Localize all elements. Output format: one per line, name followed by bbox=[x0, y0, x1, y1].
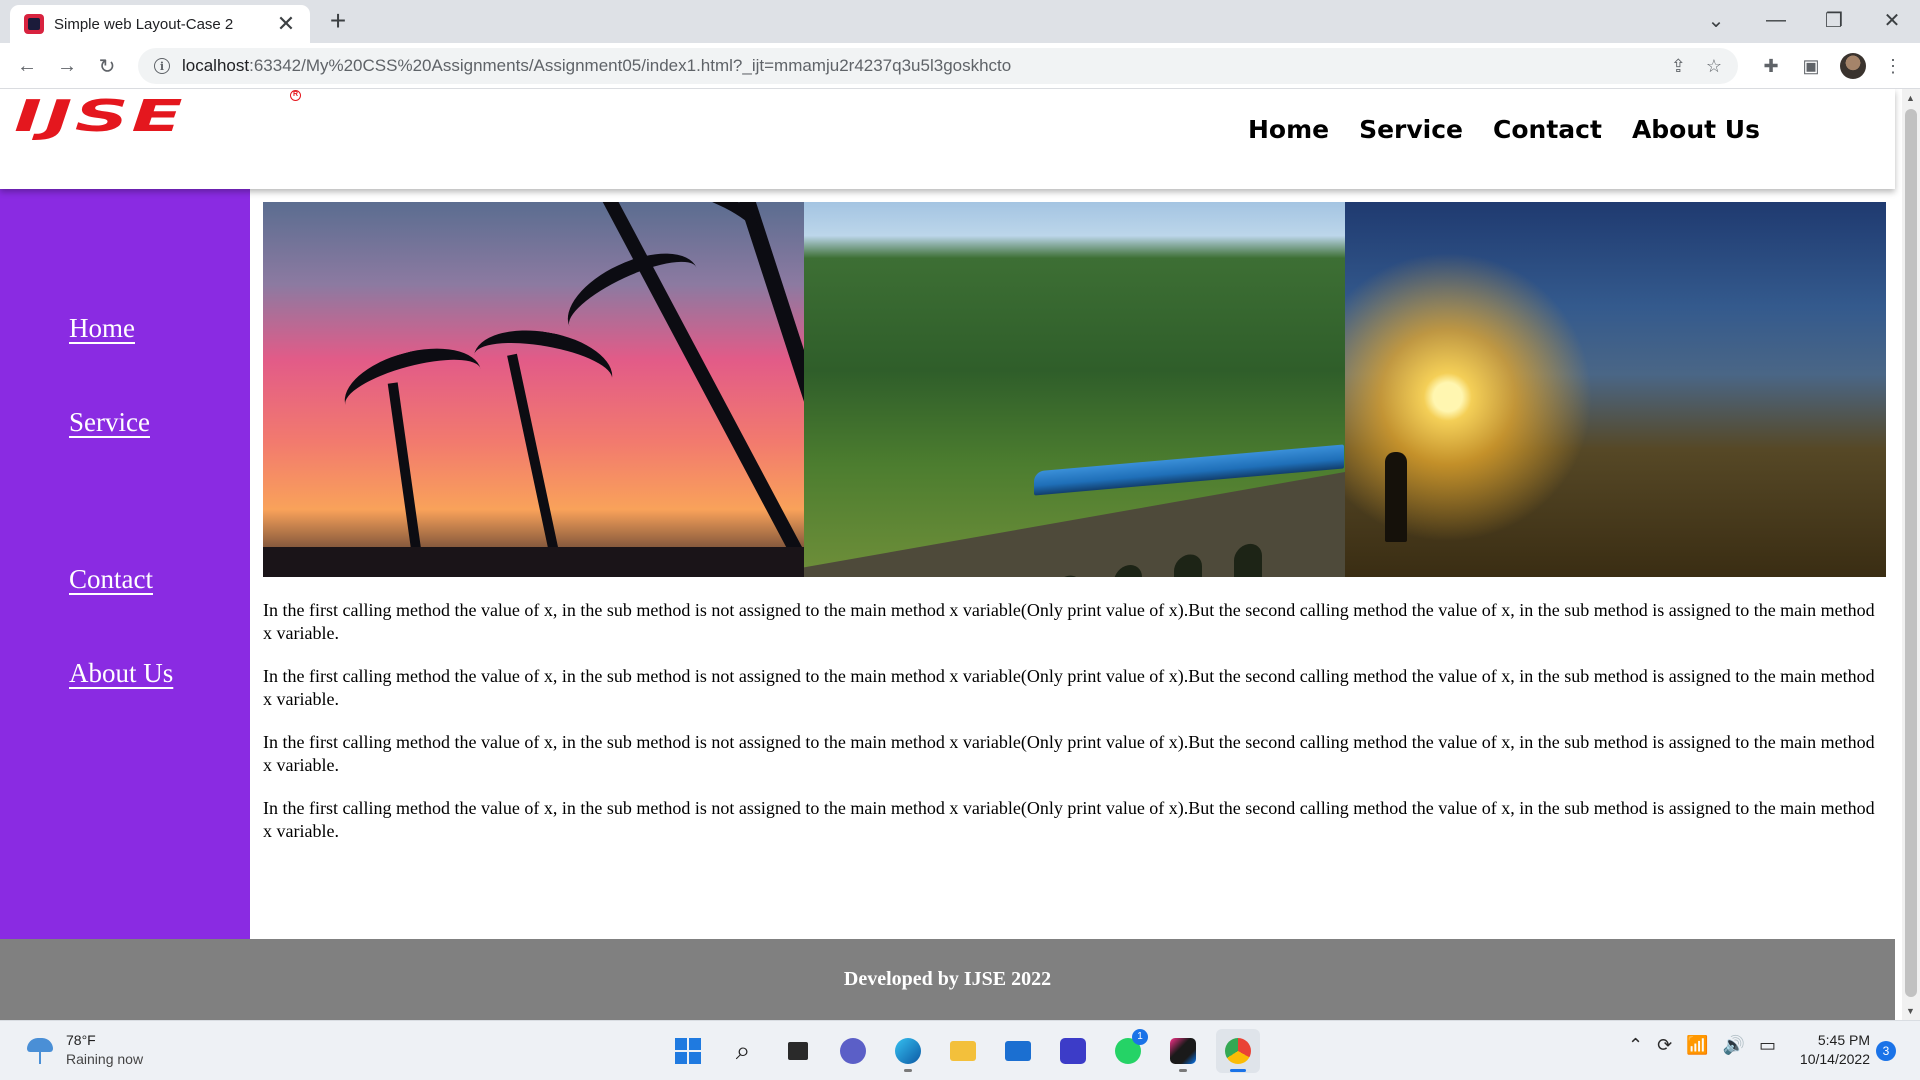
extensions-icon[interactable]: ✚ bbox=[1758, 53, 1784, 79]
browser-tab-strip: Simple web Layout-Case 2 ✕ + ⌄ — ❐ ✕ bbox=[0, 0, 1920, 43]
scroll-thumb[interactable] bbox=[1905, 109, 1917, 997]
chrome-icon[interactable] bbox=[1216, 1029, 1260, 1073]
sidebar-link-about-us[interactable]: About Us bbox=[69, 658, 173, 689]
volume-icon[interactable]: 🔊 bbox=[1723, 1035, 1745, 1056]
menu-icon[interactable]: ⋮ bbox=[1880, 53, 1906, 79]
sidebar: Home Service Contact About Us bbox=[0, 189, 250, 939]
page-viewport: IJSE R Home Service Contact About Us Hom… bbox=[0, 89, 1902, 1020]
scroll-up-arrow-icon[interactable]: ▲ bbox=[1906, 93, 1915, 103]
main-content: In the first calling method the value of… bbox=[263, 202, 1887, 843]
notification-badge[interactable]: 3 bbox=[1876, 1041, 1896, 1061]
side-panel-icon[interactable]: ▣ bbox=[1798, 53, 1824, 79]
sidebar-link-contact[interactable]: Contact bbox=[69, 564, 153, 595]
whatsapp-icon[interactable]: 1 bbox=[1106, 1029, 1150, 1073]
back-arrow-icon[interactable]: ← bbox=[12, 51, 42, 81]
intellij-favicon-icon bbox=[24, 14, 44, 34]
start-button[interactable] bbox=[666, 1029, 710, 1073]
browser-tab[interactable]: Simple web Layout-Case 2 ✕ bbox=[10, 5, 310, 43]
sidebar-link-service[interactable]: Service bbox=[69, 407, 150, 438]
top-nav-home[interactable]: Home bbox=[1248, 115, 1329, 144]
mail-icon[interactable] bbox=[996, 1029, 1040, 1073]
meet-icon[interactable] bbox=[831, 1029, 875, 1073]
wifi-icon[interactable]: 📶 bbox=[1686, 1035, 1708, 1056]
task-view-icon[interactable] bbox=[776, 1029, 820, 1073]
url-host: localhost bbox=[182, 56, 250, 75]
battery-icon[interactable]: ▭ bbox=[1759, 1035, 1776, 1056]
paragraph: In the first calling method the value of… bbox=[263, 600, 1875, 643]
star-icon[interactable]: ☆ bbox=[1706, 56, 1722, 77]
system-tray: ⌃ ⟳ 📶 🔊 ▭ bbox=[1628, 1035, 1776, 1056]
clock-time: 5:45 PM bbox=[1817, 1032, 1870, 1048]
registered-mark: R bbox=[290, 90, 301, 101]
paragraph: In the first calling method the value of… bbox=[263, 666, 1875, 709]
sunset-hills-image bbox=[1345, 202, 1886, 577]
site-header: IJSE R Home Service Contact About Us bbox=[0, 89, 1895, 189]
clock-date: 10/14/2022 bbox=[1799, 1051, 1870, 1067]
weather-widget[interactable]: 78°F Raining now bbox=[24, 1031, 143, 1069]
reload-icon[interactable]: ↻ bbox=[92, 51, 122, 81]
address-bar[interactable]: i localhost :63342/My%20CSS%20Assignment… bbox=[138, 48, 1738, 84]
page-scrollbar[interactable]: ▲ ▼ bbox=[1902, 89, 1920, 1020]
top-nav-about-us[interactable]: About Us bbox=[1632, 115, 1760, 144]
footer-text: Developed by IJSE 2022 bbox=[843, 968, 1052, 990]
paragraph: In the first calling method the value of… bbox=[263, 798, 1875, 841]
top-nav-service[interactable]: Service bbox=[1359, 115, 1463, 144]
train-on-bridge-image bbox=[804, 202, 1345, 577]
taskbar-apps: ⌕ 1 bbox=[666, 1029, 1260, 1073]
url-path: :63342/My%20CSS%20Assignments/Assignment… bbox=[249, 56, 1012, 75]
rain-umbrella-icon bbox=[24, 1034, 56, 1066]
intellij-icon[interactable] bbox=[1161, 1029, 1205, 1073]
chevron-up-icon[interactable]: ⌃ bbox=[1628, 1035, 1643, 1056]
search-icon[interactable]: ⌕ bbox=[721, 1029, 765, 1073]
tab-title: Simple web Layout-Case 2 bbox=[54, 15, 234, 33]
whatsapp-badge: 1 bbox=[1132, 1029, 1148, 1045]
palm-trees-sunset-image bbox=[263, 202, 804, 577]
top-nav: Home Service Contact About Us bbox=[1248, 115, 1760, 144]
sync-icon[interactable]: ⟳ bbox=[1657, 1035, 1672, 1056]
image-banner bbox=[263, 202, 1887, 577]
edge-icon[interactable] bbox=[886, 1029, 930, 1073]
chevron-down-icon[interactable]: ⌄ bbox=[1688, 0, 1744, 40]
ijse-logo: IJSE bbox=[14, 91, 186, 142]
top-nav-contact[interactable]: Contact bbox=[1493, 115, 1602, 144]
new-tab-button[interactable]: + bbox=[322, 6, 354, 38]
close-tab-icon[interactable]: ✕ bbox=[274, 13, 298, 35]
restore-icon[interactable]: ❐ bbox=[1806, 0, 1862, 40]
file-explorer-icon[interactable] bbox=[941, 1029, 985, 1073]
browser-toolbar: ← → ↻ i localhost :63342/My%20CSS%20Assi… bbox=[0, 43, 1920, 89]
close-window-icon[interactable]: ✕ bbox=[1864, 0, 1920, 40]
weather-temperature: 78°F bbox=[66, 1032, 96, 1048]
avatar[interactable] bbox=[1840, 53, 1866, 79]
windows-taskbar: 78°F Raining now ⌕ 1 ⌃ ⟳ 📶 🔊 ▭ 5:45 PM 1… bbox=[0, 1020, 1920, 1080]
taskbar-clock[interactable]: 5:45 PM 10/14/2022 bbox=[1790, 1031, 1870, 1069]
site-info-icon[interactable]: i bbox=[154, 58, 170, 74]
scroll-down-arrow-icon[interactable]: ▼ bbox=[1906, 1006, 1915, 1016]
weather-description: Raining now bbox=[66, 1051, 144, 1067]
sidebar-link-home[interactable]: Home bbox=[69, 313, 135, 344]
share-icon[interactable]: ⇪ bbox=[1671, 56, 1686, 77]
visual-studio-icon[interactable] bbox=[1051, 1029, 1095, 1073]
minimize-icon[interactable]: — bbox=[1748, 0, 1804, 40]
windows-logo-icon bbox=[675, 1038, 701, 1064]
site-footer: Developed by IJSE 2022 bbox=[0, 939, 1895, 1020]
paragraph: In the first calling method the value of… bbox=[263, 732, 1875, 775]
forward-arrow-icon[interactable]: → bbox=[52, 51, 82, 81]
